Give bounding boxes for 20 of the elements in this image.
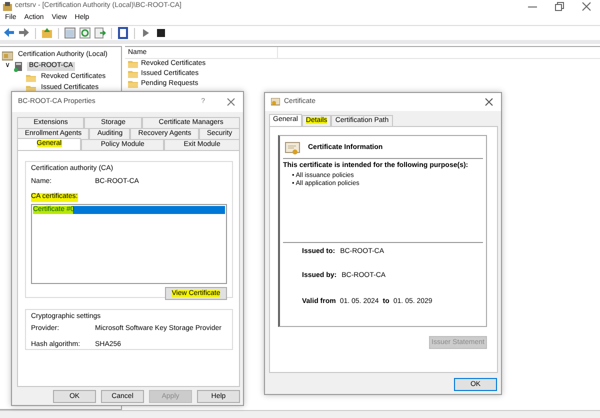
folder-icon (26, 74, 36, 82)
window-pane-icon[interactable] (64, 27, 76, 39)
back-arrow-icon[interactable] (3, 27, 15, 39)
certificate-icon (285, 142, 300, 155)
stop-icon[interactable] (155, 27, 167, 39)
folder-icon (128, 80, 138, 88)
server-icon (13, 62, 24, 72)
certificate-icon (271, 98, 280, 106)
close-icon[interactable] (582, 2, 591, 10)
refresh-icon[interactable] (79, 27, 91, 39)
folder-up-icon[interactable] (41, 27, 53, 39)
folder-icon (128, 70, 138, 78)
folder-icon (128, 60, 138, 68)
app-icon (3, 2, 12, 10)
close-icon[interactable] (227, 98, 235, 106)
close-icon[interactable] (485, 98, 493, 106)
certificate-authority-icon (2, 50, 13, 60)
export-list-icon[interactable] (94, 27, 106, 39)
restore-icon[interactable] (555, 2, 564, 10)
forward-arrow-icon[interactable] (18, 27, 30, 39)
